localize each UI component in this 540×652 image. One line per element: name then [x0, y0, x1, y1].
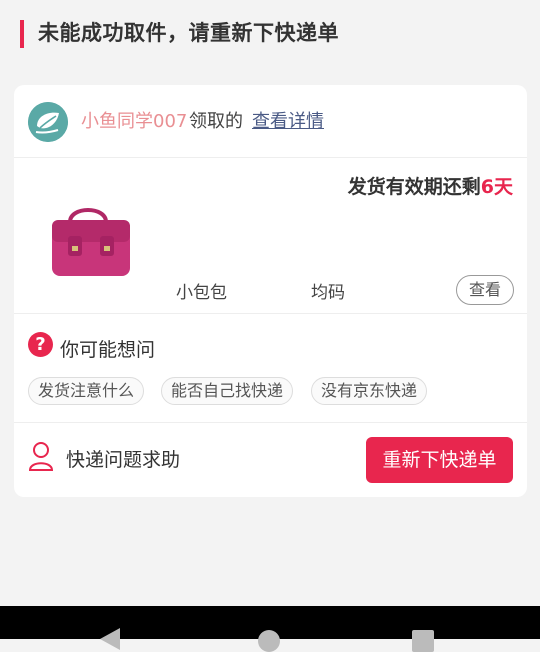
- sender-row: 小鱼同学007 领取的 查看详情: [14, 85, 527, 158]
- validity-days: 6天: [480, 176, 513, 198]
- page-title: 未能成功取件，请重新下快递单: [38, 21, 339, 45]
- faq-section: ? 你可能想问 发货注意什么 能否自己找快递 没有京东快递: [14, 314, 527, 423]
- product-size: 均码: [311, 283, 345, 303]
- faq-chip-no-jd-express[interactable]: 没有京东快递: [311, 377, 428, 405]
- view-details-link[interactable]: 查看详情: [252, 107, 324, 133]
- title-accent-bar: [20, 20, 24, 48]
- nav-recent-icon[interactable]: [412, 630, 434, 652]
- faq-chip-own-courier[interactable]: 能否自己找快递: [161, 377, 294, 405]
- question-icon: ?: [28, 332, 53, 357]
- reorder-express-button[interactable]: 重新下快递单: [366, 437, 513, 483]
- sender-name: 小鱼同学007: [81, 111, 188, 132]
- product-row: 发货有效期还剩6天 小包包 均码 查看: [14, 158, 527, 314]
- person-icon: [28, 441, 54, 471]
- page-header: 未能成功取件，请重新下快递单: [0, 0, 540, 68]
- faq-chip-shipping-notes[interactable]: 发货注意什么: [28, 377, 145, 405]
- system-nav-bar: [0, 606, 540, 652]
- nav-back-icon[interactable]: [100, 628, 120, 650]
- avatar-leaf-icon: [28, 102, 68, 142]
- product-name: 小包包: [176, 283, 227, 303]
- sender-verb: 领取的: [189, 111, 243, 132]
- nav-home-icon[interactable]: [258, 630, 280, 652]
- product-image: [46, 200, 136, 280]
- faq-heading: 你可能想问: [60, 339, 156, 361]
- view-product-button[interactable]: 查看: [456, 275, 514, 305]
- shipment-card: 小鱼同学007 领取的 查看详情 发货有效期还剩6天 小包包 均码 查看 ? 你…: [14, 85, 527, 497]
- validity-prefix: 发货有效期还剩: [347, 176, 481, 198]
- help-label[interactable]: 快递问题求助: [66, 445, 180, 472]
- validity-text: 发货有效期还剩6天: [348, 172, 513, 199]
- help-row: 快递问题求助 重新下快递单: [14, 423, 527, 497]
